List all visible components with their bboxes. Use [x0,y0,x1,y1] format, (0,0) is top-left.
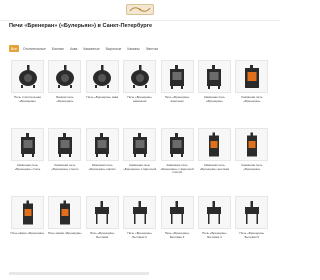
site-header [0,0,280,21]
product-name[interactable]: Печь камин «Бренеран» [10,232,45,236]
stool-stove-icon[interactable] [85,196,119,229]
tab-4[interactable]: Каминные [81,45,101,52]
product-name[interactable]: Каминная печь «Бренеран» [234,164,269,171]
product-card[interactable]: Банная печь «Бренеран» [46,60,83,128]
box-stove-icon[interactable] [123,128,157,161]
product-name[interactable]: Печь «Бренеран» Бытовая [85,232,120,239]
product-card[interactable]: Каминная печь «Бренеран» [233,60,270,128]
product-card[interactable]: Каминная печь «Бренеран» с варочной [121,128,158,196]
product-card[interactable]: Печь камин «Бренеран» [9,196,46,264]
tab-6[interactable]: Камины [125,45,141,52]
product-name[interactable]: Каминная печь «Бренеран» высокая [197,164,232,171]
tall-stove-icon[interactable] [11,196,44,229]
product-card[interactable]: Каминная печь «Бренеран» [233,128,270,196]
box-stove-icon[interactable] [160,60,194,93]
tab-7[interactable]: Фантом [144,45,160,52]
product-name[interactable]: Печь отопительная «Бренеран» [10,96,45,103]
barrel-stove-icon[interactable] [123,60,157,93]
product-name[interactable]: Банная печь «Бренеран» [47,96,82,103]
stool-stove-icon[interactable] [235,196,269,229]
product-card[interactable]: Печь «Бренеран» Бытовая 5 [233,196,270,264]
product-card[interactable]: Печь «Бренеран» Бытовая 2 [121,196,158,264]
box-stove-icon[interactable] [48,128,82,161]
barrel-stove-icon[interactable] [11,60,44,93]
site-logo[interactable] [126,4,154,15]
box-stove-icon[interactable] [85,128,119,161]
product-name[interactable]: Каминная печь «Бренеран» [197,96,232,103]
tab-2[interactable]: Банные [50,45,66,52]
product-card[interactable]: Печь камин «Бренеран» [46,196,83,264]
barrel-stove-icon[interactable] [85,60,119,93]
fireplace-stove-icon[interactable] [235,60,269,93]
stool-stove-icon[interactable] [197,196,231,229]
product-name[interactable]: Каминная печь «Бренеран» с варочной плит… [160,164,195,175]
tab-0[interactable]: Все [9,45,19,52]
product-card[interactable]: Печь «Бренеран» Бытовая 4 [196,196,233,264]
product-card[interactable]: Печь отопительная «Бренеран» [9,60,46,128]
product-card[interactable]: Каминная печь «Бренеран» [196,60,233,128]
tab-5[interactable]: Варочные [104,45,124,52]
tall-stove-icon[interactable] [48,196,82,229]
product-name[interactable]: Печь «Бренеран» Бытовая 2 [122,232,157,239]
product-card[interactable]: Каминная печь «Бренеран» стекло [46,128,83,196]
product-grid: Печь отопительная «Бренеран» Банная печь… [9,60,271,264]
tab-1[interactable]: Отопительные [21,45,48,52]
box-stove-icon[interactable] [11,128,44,161]
product-card[interactable]: Печь «Бренеран» Бытовая 3 [159,196,196,264]
stool-stove-icon[interactable] [123,196,157,229]
category-tabs: Все Отопительные Банные Аква Каминные Варочны… [9,44,160,53]
box-stove-icon[interactable] [160,128,194,161]
stool-stove-icon[interactable] [160,196,194,229]
product-card[interactable]: Каминная печь «Бренеран» высокая [196,128,233,196]
product-name[interactable]: Печь «Бренеран» каминная [122,96,157,103]
product-card[interactable]: Каминная печь «Бренеран» с варочной плит… [159,128,196,196]
footer-placeholder [9,272,149,275]
brand-logo-icon [129,7,151,12]
box-stove-icon[interactable] [197,60,231,93]
product-name[interactable]: Печь «Бренеран» Бытовая 3 [160,232,195,239]
tall-stove-icon[interactable] [197,128,231,161]
product-card[interactable]: Печь «Бренеран» аква [84,60,121,128]
barrel-stove-icon[interactable] [48,60,82,93]
product-name[interactable]: Печь «Бренеран» аква [85,96,120,100]
product-name[interactable]: Печь «Бренеран» Бытовая 4 [197,232,232,239]
tall-stove-icon[interactable] [235,128,269,161]
product-name[interactable]: Каминная печь «Бренеран» кирпич [85,164,120,171]
product-name[interactable]: Печь «Бренеран» Бытовая 5 [234,232,269,239]
product-name[interactable]: Печь «Бренеран» варочная [160,96,195,103]
tab-3[interactable]: Аква [68,45,79,52]
product-card[interactable]: Печь «Бренеран» Бытовая [84,196,121,264]
page-title: Печи «Бренеран» («Булерьян») в Санкт-Пет… [9,23,153,29]
product-card[interactable]: Каминная печь «Бренеран» кирпич [84,128,121,196]
product-name[interactable]: Каминная печь «Бренеран» [234,96,269,103]
product-card[interactable]: Каминная печь «Бренеран» сталь [9,128,46,196]
product-card[interactable]: Печь «Бренеран» каминная [121,60,158,128]
product-name[interactable]: Каминная печь «Бренеран» с варочной [122,164,157,171]
product-name[interactable]: Печь камин «Бренеран» [47,232,82,236]
product-card[interactable]: Печь «Бренеран» варочная [159,60,196,128]
product-name[interactable]: Каминная печь «Бренеран» сталь [10,164,45,171]
product-name[interactable]: Каминная печь «Бренеран» стекло [47,164,82,171]
